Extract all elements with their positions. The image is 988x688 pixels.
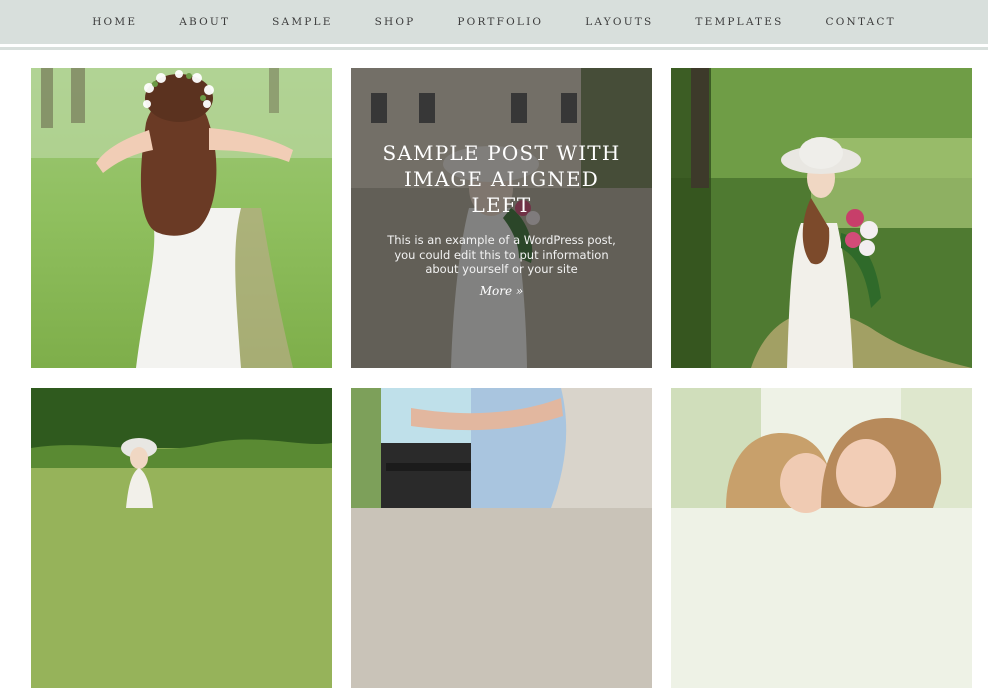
post-tile-3[interactable]	[671, 68, 972, 368]
nav-about[interactable]: ABOUT	[158, 16, 251, 28]
post-image-4	[31, 388, 332, 688]
post-image-1	[31, 68, 332, 368]
nav-sample[interactable]: SAMPLE	[251, 16, 353, 28]
nav-layouts[interactable]: LAYOUTS	[564, 16, 674, 28]
post-tile-4[interactable]	[31, 388, 332, 688]
post-image-5	[351, 388, 652, 688]
post-tile-1[interactable]	[31, 68, 332, 368]
nav-shop[interactable]: SHOP	[354, 16, 437, 28]
main-menu: HOME ABOUT SAMPLE SHOP PORTFOLIO LAYOUTS…	[0, 0, 988, 44]
top-navigation: HOME ABOUT SAMPLE SHOP PORTFOLIO LAYOUTS…	[0, 0, 988, 44]
featured-overlay	[351, 68, 652, 368]
featured-post-title[interactable]: SAMPLE POST WITH IMAGE ALIGNED LEFT	[371, 140, 632, 218]
featured-post-excerpt: This is an example of a WordPress post, …	[387, 233, 616, 276]
post-image-6	[671, 388, 972, 688]
post-tile-featured[interactable]: SAMPLE POST WITH IMAGE ALIGNED LEFT This…	[351, 68, 652, 368]
nav-home[interactable]: HOME	[71, 16, 158, 28]
post-tile-6[interactable]	[671, 388, 972, 688]
post-tile-5[interactable]	[351, 388, 652, 688]
post-image-3	[671, 68, 972, 368]
nav-portfolio[interactable]: PORTFOLIO	[436, 16, 564, 28]
nav-divider	[0, 47, 988, 50]
featured-more-link[interactable]: More »	[351, 284, 652, 298]
nav-contact[interactable]: CONTACT	[805, 16, 917, 28]
nav-templates[interactable]: TEMPLATES	[674, 16, 804, 28]
